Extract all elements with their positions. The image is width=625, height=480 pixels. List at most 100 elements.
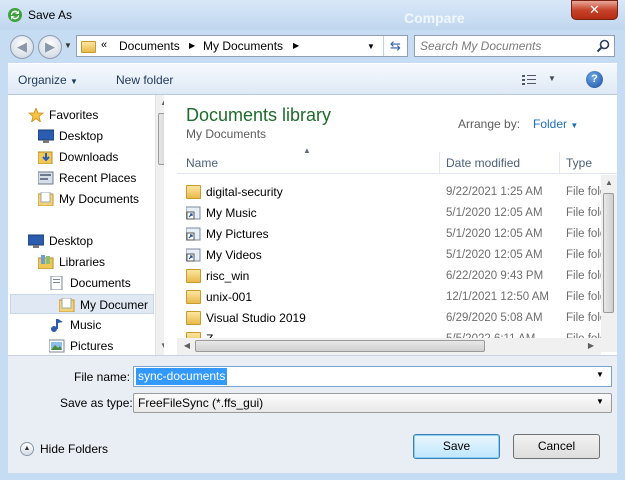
nav-item-label: Recent Places xyxy=(59,171,137,185)
file-row[interactable]: My Pictures 5/1/2020 12:05 AM File fold xyxy=(177,224,602,245)
folder-icon xyxy=(186,269,201,283)
file-name-field[interactable]: sync-documents ▼ xyxy=(133,366,612,387)
column-header-date-modified[interactable]: Date modified xyxy=(446,156,520,170)
folder-icon xyxy=(38,192,54,206)
file-type: File fold xyxy=(566,228,602,240)
file-row[interactable]: digital-security 9/22/2021 1:25 AM File … xyxy=(177,182,602,203)
search-box[interactable] xyxy=(414,35,615,57)
recent-places-icon xyxy=(38,171,54,185)
details-view-icon xyxy=(522,75,536,85)
refresh-button[interactable]: ⇆ xyxy=(383,36,407,56)
nav-item-label: Documents xyxy=(70,276,131,290)
sync-app-icon xyxy=(8,8,22,22)
chevron-down-icon[interactable]: ▼ xyxy=(548,74,556,83)
file-list-horizontal-scrollbar[interactable]: ◀ ▶ xyxy=(177,338,601,355)
file-row[interactable]: Visual Studio 2019 6/29/2020 5:08 AM Fil… xyxy=(177,308,602,329)
search-icon[interactable] xyxy=(595,38,611,54)
hide-folders-label: Hide Folders xyxy=(40,442,109,456)
file-name-input[interactable]: sync-documents xyxy=(136,368,228,385)
sort-ascending-icon: ▲ xyxy=(303,146,311,155)
desktop-icon xyxy=(38,129,54,143)
column-header-name[interactable]: Name xyxy=(186,156,218,170)
file-date: 6/22/2020 9:43 PM xyxy=(446,270,544,282)
chevron-down-icon: ▼ xyxy=(570,121,579,130)
folder-icon xyxy=(59,298,75,312)
command-toolbar: Organize ▼ New folder ▼ ? xyxy=(8,63,617,95)
save-options-panel: File name: sync-documents ▼ Save as type… xyxy=(8,355,617,473)
column-divider[interactable] xyxy=(439,152,440,174)
search-input[interactable] xyxy=(418,38,588,54)
shortcut-folder-icon xyxy=(186,206,201,220)
file-name: My Music xyxy=(206,206,257,220)
file-list-vertical-scrollbar[interactable]: ▲ xyxy=(601,175,617,352)
file-row[interactable]: My Music 5/1/2020 12:05 AM File fold xyxy=(177,203,602,224)
forward-button[interactable]: ▶ xyxy=(38,35,62,59)
breadcrumb-overflow[interactable]: « xyxy=(101,39,107,51)
file-row[interactable]: risc_win 6/22/2020 9:43 PM File fold xyxy=(177,266,602,287)
column-header-type[interactable]: Type xyxy=(566,156,592,170)
nav-item-label: Pictures xyxy=(70,339,114,353)
file-pane: Documents library My Documents Arrange b… xyxy=(164,95,617,355)
file-name: risc_win xyxy=(206,269,250,283)
organize-button[interactable]: Organize ▼ xyxy=(18,73,78,87)
file-name: digital-security xyxy=(206,185,283,199)
breadcrumb-documents[interactable]: Documents xyxy=(119,39,180,53)
help-button[interactable]: ? xyxy=(586,71,603,88)
nav-item-my-documents-selected[interactable]: My Documer xyxy=(10,294,154,314)
file-type: File fold xyxy=(566,291,602,303)
file-name-label: File name: xyxy=(74,370,131,384)
library-title: Documents library xyxy=(186,105,332,125)
music-icon xyxy=(51,319,63,332)
back-button[interactable]: ◀ xyxy=(10,35,34,59)
horizontal-scroll-thumb[interactable] xyxy=(195,340,485,352)
arrange-by-dropdown[interactable]: Folder ▼ xyxy=(533,117,578,131)
save-button[interactable]: Save xyxy=(413,434,500,459)
file-row[interactable]: My Videos 5/1/2020 12:05 AM File fold xyxy=(177,245,602,266)
scroll-left-icon[interactable]: ◀ xyxy=(179,341,195,350)
documents-icon xyxy=(50,276,63,290)
shortcut-folder-icon xyxy=(186,248,201,262)
star-icon xyxy=(28,108,44,122)
column-divider[interactable] xyxy=(559,152,560,174)
background-window-text: Compare xyxy=(404,10,465,26)
history-dropdown-icon[interactable]: ▼ xyxy=(64,41,72,50)
address-bar[interactable]: « Documents ▶ My Documents ▶ ▼ ⇆ xyxy=(76,35,408,57)
breadcrumb-separator-icon[interactable]: ▶ xyxy=(293,41,299,50)
address-dropdown-icon[interactable]: ▼ xyxy=(367,42,375,51)
chevron-down-icon[interactable]: ▼ xyxy=(596,370,604,379)
folder-icon xyxy=(186,290,201,304)
file-type: File fold xyxy=(566,207,602,219)
libraries-icon xyxy=(38,255,54,269)
vertical-scroll-thumb[interactable] xyxy=(603,193,614,313)
forward-arrow-icon: ▶ xyxy=(45,39,55,54)
file-name: My Videos xyxy=(206,248,262,262)
nav-item-label: Libraries xyxy=(59,255,106,269)
close-button[interactable]: ✕ xyxy=(571,0,618,20)
nav-item-label: Downloads xyxy=(59,150,119,164)
breadcrumb-my-documents[interactable]: My Documents xyxy=(203,39,283,53)
file-list: digital-security 9/22/2021 1:25 AM File … xyxy=(177,180,602,345)
downloads-icon xyxy=(38,151,53,164)
save-as-type-select[interactable]: FreeFileSync (*.ffs_gui) ▼ xyxy=(133,393,612,413)
refresh-icon: ⇆ xyxy=(390,38,401,53)
nav-item-label: Favorites xyxy=(49,108,99,122)
file-name: My Pictures xyxy=(206,227,269,241)
nav-item-label: My Documents xyxy=(59,192,140,206)
nav-item-label: Desktop xyxy=(59,129,104,143)
new-folder-button[interactable]: New folder xyxy=(116,73,173,87)
change-view-button[interactable]: ▼ xyxy=(522,71,558,89)
back-arrow-icon: ◀ xyxy=(17,39,27,54)
cancel-button[interactable]: Cancel xyxy=(513,434,600,459)
file-type: File fold xyxy=(566,186,602,198)
scroll-right-icon[interactable]: ▶ xyxy=(583,341,599,350)
file-row[interactable]: unix-001 12/1/2021 12:50 AM File fold xyxy=(177,287,602,308)
file-date: 12/1/2021 12:50 AM xyxy=(446,291,549,303)
breadcrumb-separator-icon[interactable]: ▶ xyxy=(189,41,195,50)
file-type: File fold xyxy=(566,249,602,261)
scroll-up-icon[interactable]: ▲ xyxy=(601,178,617,187)
collapse-up-icon: ▲ xyxy=(20,442,34,456)
file-type: File fold xyxy=(566,312,602,324)
chevron-down-icon[interactable]: ▼ xyxy=(596,397,604,406)
desktop-icon xyxy=(28,234,44,248)
file-date: 9/22/2021 1:25 AM xyxy=(446,186,543,198)
